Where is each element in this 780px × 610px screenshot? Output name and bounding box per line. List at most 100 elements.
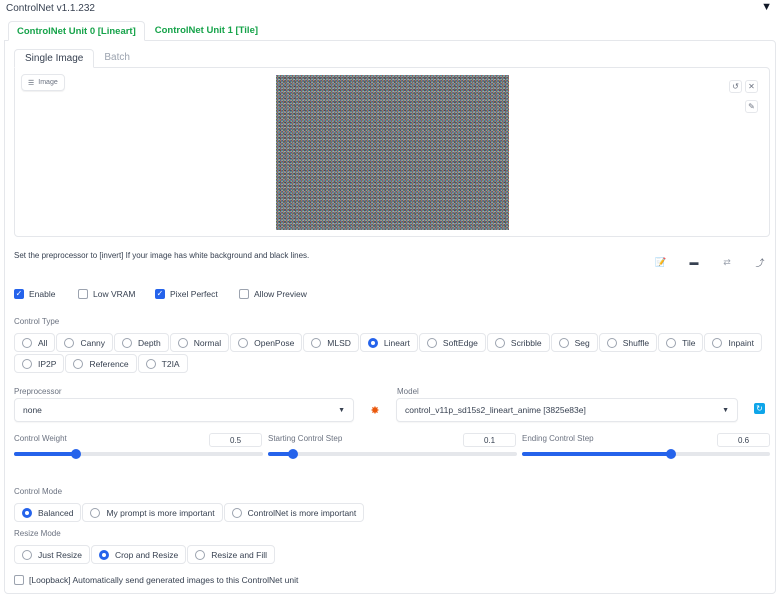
- camera-icon[interactable]: ▬: [683, 253, 705, 271]
- radio-label: Depth: [138, 337, 161, 348]
- chevron-down-icon: ▼: [338, 406, 345, 414]
- control-mode-group: Balanced My prompt is more important Con…: [14, 503, 365, 524]
- resize-mode-crop[interactable]: Crop and Resize: [90, 545, 187, 564]
- starting-step-slider[interactable]: [268, 449, 517, 459]
- low-vram-label: Low VRAM: [93, 289, 136, 299]
- low-vram-check[interactable]: [78, 289, 88, 299]
- tab-unit-1[interactable]: ControlNet Unit 1 [Tile]: [147, 21, 266, 41]
- close-icon[interactable]: ✕: [745, 80, 758, 93]
- control-type-seg[interactable]: Seg: [550, 333, 598, 352]
- pixel-perfect-checkbox[interactable]: ✓ Pixel Perfect: [155, 289, 218, 299]
- control-type-all[interactable]: All: [14, 333, 56, 352]
- ending-step-label: Ending Control Step: [522, 434, 594, 443]
- image-tabs: Single Image Batch: [14, 49, 140, 68]
- starting-step-input[interactable]: 0.1: [463, 433, 516, 447]
- control-type-normal[interactable]: Normal: [169, 333, 230, 352]
- loopback-checkbox[interactable]: [Loopback] Automatically send generated …: [14, 575, 298, 585]
- control-type-depth[interactable]: Depth: [114, 333, 169, 352]
- ending-step-input[interactable]: 0.6: [717, 433, 770, 447]
- control-type-canny[interactable]: Canny: [56, 333, 114, 352]
- brush-icon[interactable]: ✎: [745, 100, 758, 113]
- preprocessor-value: none: [23, 405, 42, 415]
- tab-single-image[interactable]: Single Image: [14, 49, 95, 68]
- control-type-scribble[interactable]: Scribble: [486, 333, 550, 352]
- radio-dot: [90, 507, 101, 518]
- control-type-lineart[interactable]: Lineart: [359, 333, 418, 352]
- enable-check-icon[interactable]: ✓: [14, 289, 24, 299]
- loopback-check[interactable]: [14, 575, 24, 585]
- image-preview[interactable]: [276, 75, 509, 230]
- explosion-icon[interactable]: ✸: [364, 401, 386, 419]
- radio-dot: [606, 337, 617, 348]
- preprocessor-select[interactable]: none ▼: [14, 398, 354, 422]
- accordion-title[interactable]: ControlNet v1.1.232: [6, 3, 95, 14]
- control-type-openpose[interactable]: OpenPose: [230, 333, 303, 352]
- radio-label: Shuffle: [622, 337, 650, 348]
- radio-label: Seg: [574, 337, 590, 348]
- image-icon: ☰: [28, 79, 35, 87]
- radio-dot: [22, 337, 32, 348]
- radio-dot: [558, 337, 569, 348]
- edit-icon[interactable]: 📝: [650, 253, 672, 271]
- control-type-softedge[interactable]: SoftEdge: [418, 333, 486, 352]
- refresh-icon[interactable]: ↻: [754, 403, 765, 414]
- pixel-perfect-label: Pixel Perfect: [170, 289, 218, 299]
- image-label-text: Image: [38, 79, 58, 86]
- radio-label: Inpaint: [728, 337, 754, 348]
- resize-mode-group: Just Resize Crop and Resize Resize and F…: [14, 545, 276, 566]
- model-select[interactable]: control_v11p_sd15s2_lineart_anime [3825e…: [396, 398, 738, 422]
- radio-label: Resize and Fill: [211, 549, 267, 560]
- ending-step-slider[interactable]: [522, 449, 770, 459]
- starting-step-label: Starting Control Step: [268, 434, 343, 443]
- radio-dot: [145, 358, 156, 369]
- radio-dot: [122, 337, 133, 348]
- pixel-perfect-check-icon[interactable]: ✓: [155, 289, 165, 299]
- swap-icon[interactable]: ⇄: [716, 253, 738, 271]
- control-weight-input[interactable]: 0.5: [209, 433, 262, 447]
- control-weight-slider[interactable]: [14, 449, 263, 459]
- control-mode-prompt[interactable]: My prompt is more important: [82, 503, 223, 522]
- enable-label: Enable: [29, 289, 56, 299]
- radio-label: My prompt is more important: [106, 507, 215, 518]
- loopback-label: [Loopback] Automatically send generated …: [29, 575, 299, 585]
- allow-preview-label: Allow Preview: [254, 289, 307, 299]
- control-type-shuffle[interactable]: Shuffle: [598, 333, 658, 352]
- resize-mode-fill[interactable]: Resize and Fill: [187, 545, 275, 564]
- control-mode-label: Control Mode: [14, 487, 63, 496]
- control-type-t2ia[interactable]: T2IA: [137, 354, 188, 373]
- slider-fill: [522, 452, 671, 456]
- image-input-label: ☰ Image: [21, 74, 65, 91]
- low-vram-checkbox[interactable]: Low VRAM: [78, 289, 136, 299]
- control-type-inpaint[interactable]: Inpaint: [704, 333, 762, 352]
- radio-dot: [73, 358, 84, 369]
- unit-tabs: ControlNet Unit 0 [Lineart] ControlNet U…: [8, 21, 268, 41]
- allow-preview-check[interactable]: [239, 289, 249, 299]
- radio-label: T2IA: [161, 358, 180, 369]
- enable-checkbox[interactable]: ✓ Enable: [14, 289, 55, 299]
- radio-label: Normal: [193, 337, 222, 348]
- tab-batch[interactable]: Batch: [94, 49, 140, 68]
- control-type-ip2p[interactable]: IP2P: [14, 354, 65, 373]
- slider-handle[interactable]: [287, 449, 298, 459]
- control-mode-controlnet[interactable]: ControlNet is more important: [223, 503, 365, 522]
- undo-icon[interactable]: ↺: [729, 80, 742, 93]
- radio-dot: [22, 549, 32, 560]
- tab-unit-0[interactable]: ControlNet Unit 0 [Lineart]: [8, 21, 145, 41]
- radio-label: All: [38, 337, 48, 348]
- radio-dot: [238, 337, 249, 348]
- send-icon[interactable]: ⤴: [749, 253, 771, 271]
- control-type-mlsd[interactable]: MLSD: [303, 333, 359, 352]
- radio-dot: [177, 337, 188, 348]
- radio-label: Balanced: [38, 507, 74, 518]
- control-type-reference[interactable]: Reference: [65, 354, 137, 373]
- collapse-arrow-icon[interactable]: ▼: [761, 1, 772, 13]
- slider-handle[interactable]: [665, 449, 676, 459]
- resize-mode-just-resize[interactable]: Just Resize: [14, 545, 90, 564]
- model-label: Model: [397, 387, 419, 396]
- radio-label: OpenPose: [254, 337, 295, 348]
- allow-preview-checkbox[interactable]: Allow Preview: [239, 289, 307, 299]
- control-type-tile[interactable]: Tile: [658, 333, 704, 352]
- control-weight-label: Control Weight: [14, 434, 67, 443]
- radio-dot-selected: [22, 507, 32, 518]
- control-mode-balanced[interactable]: Balanced: [14, 503, 82, 522]
